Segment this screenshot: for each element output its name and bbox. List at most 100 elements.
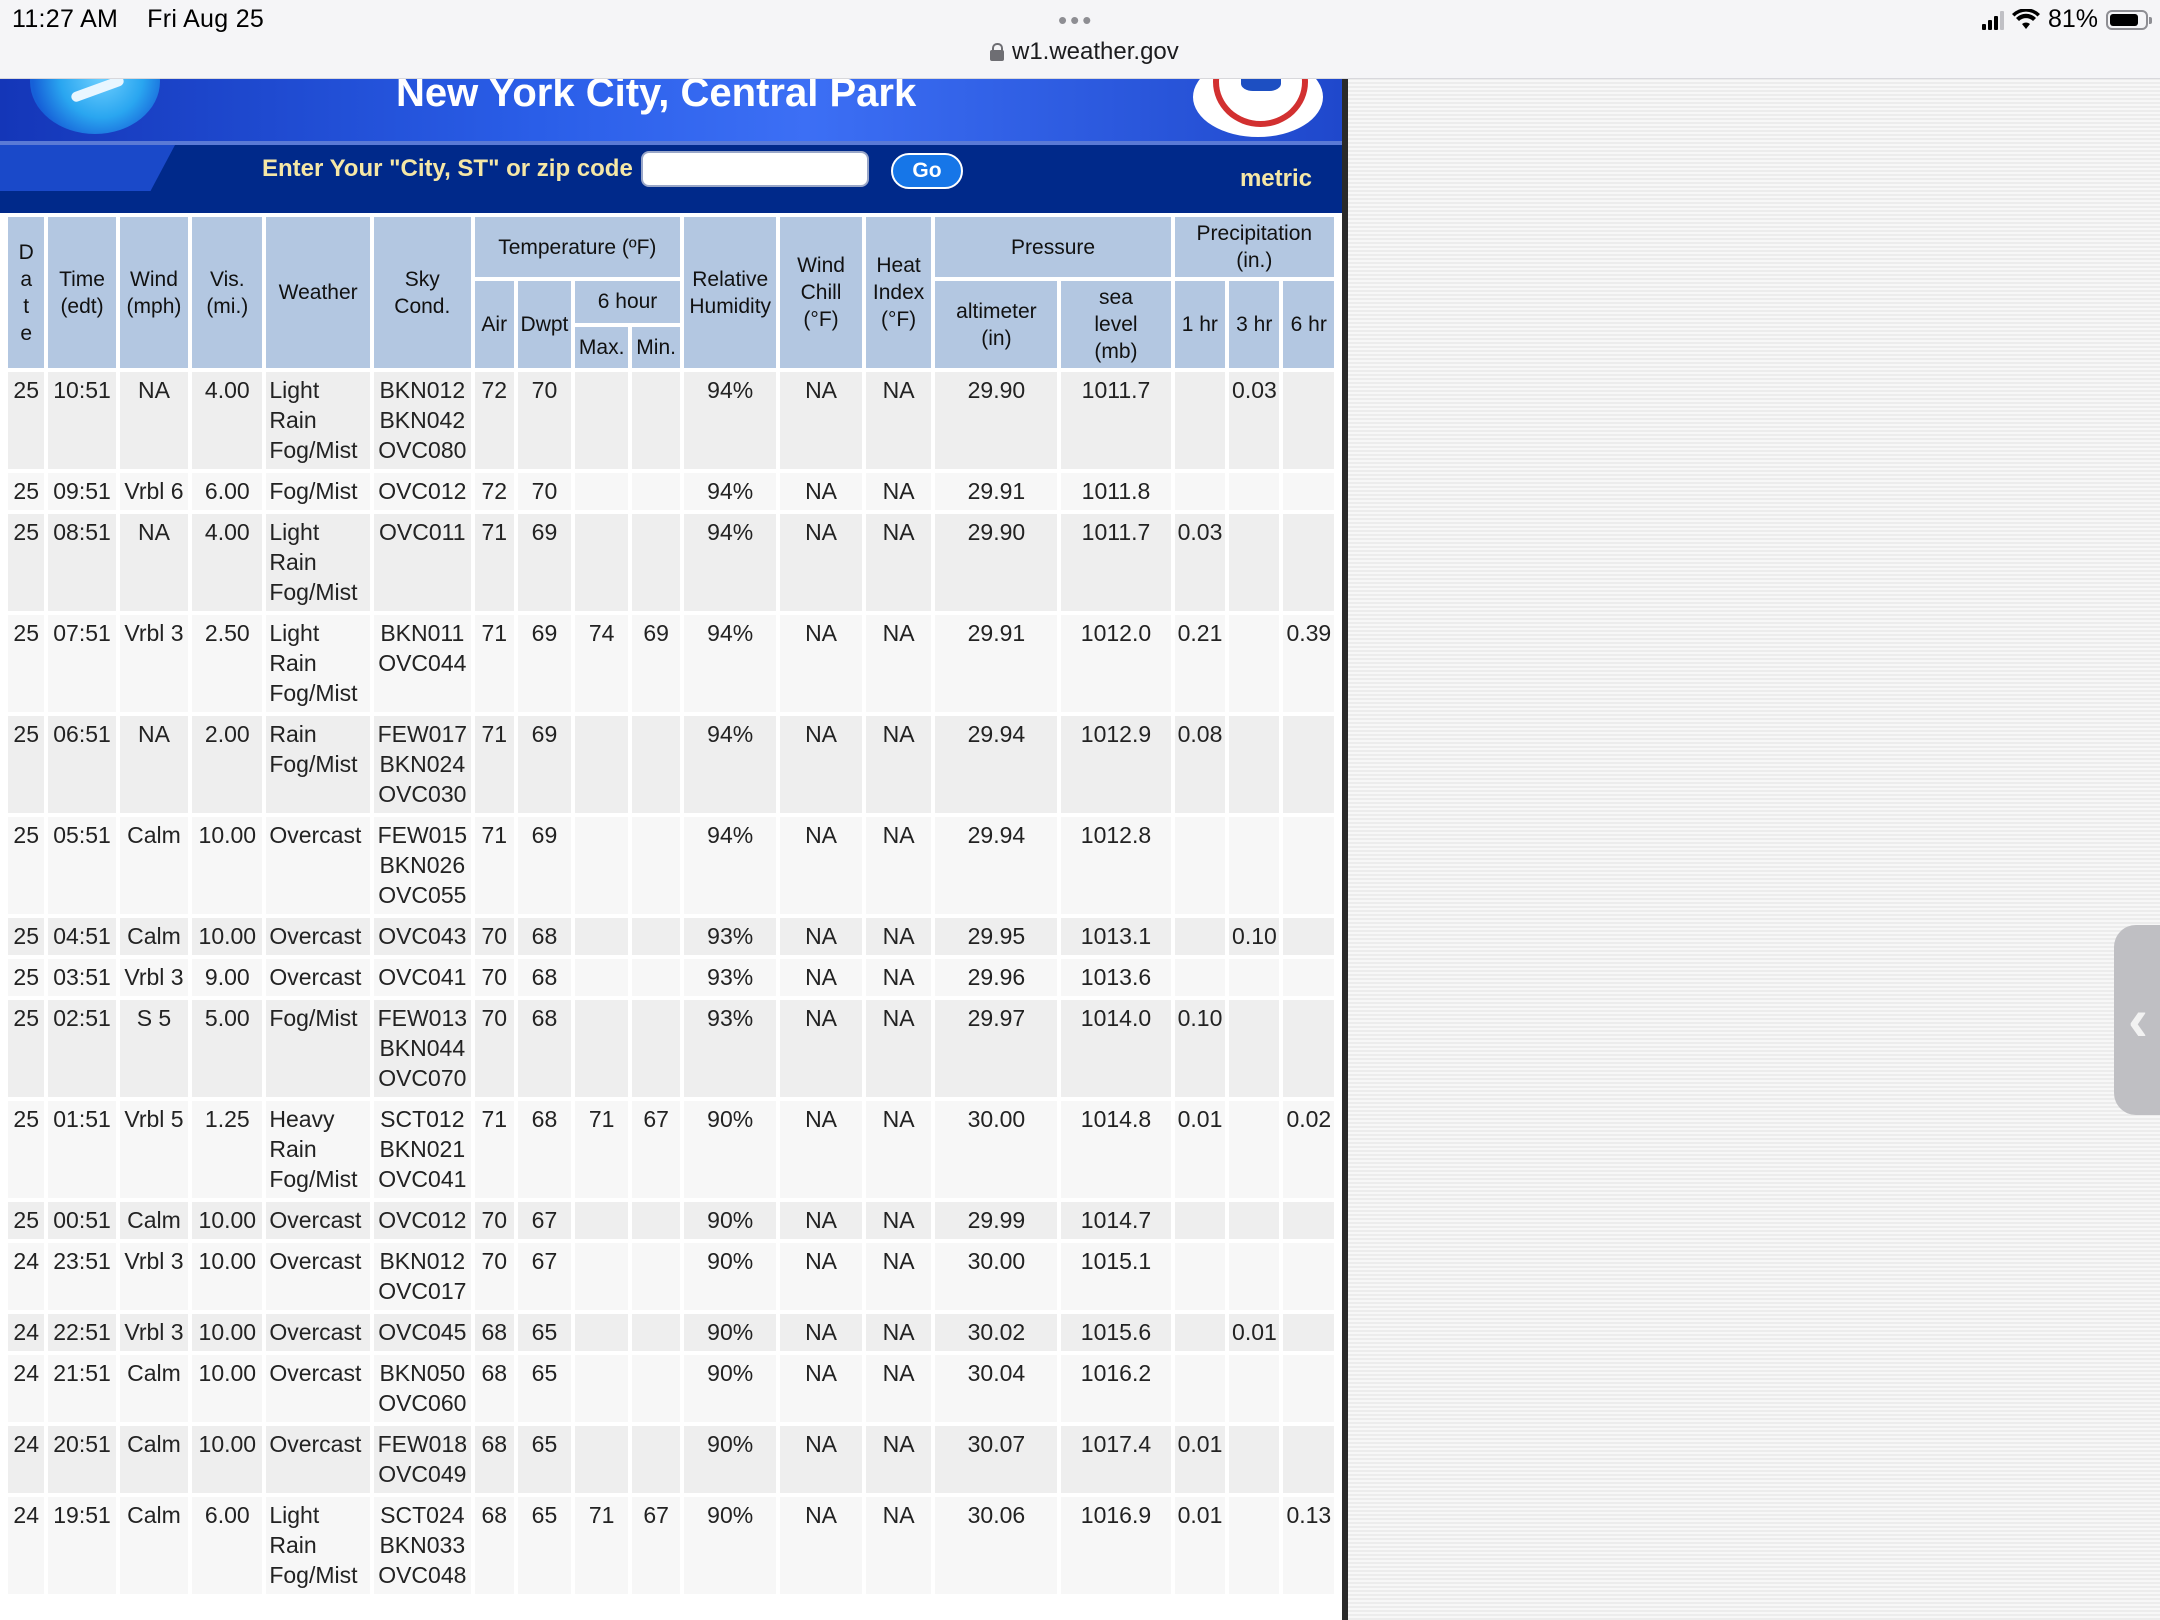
col-heat-index: Heat Index (°F) (865, 217, 932, 368)
cell-min (632, 372, 680, 469)
cell-min: 67 (632, 1497, 680, 1594)
noaa-logo-icon[interactable] (30, 79, 160, 134)
cell-air: 71 (474, 716, 514, 813)
cell-time: 04:51 (48, 918, 116, 955)
cell-sea: 1013.6 (1061, 959, 1171, 996)
cell-wind: Vrbl 3 (119, 1314, 189, 1351)
cell-sky: OVC043 (373, 918, 471, 955)
address-bar[interactable]: w1.weather.gov (990, 38, 1179, 66)
cell-line: Overcast (269, 964, 362, 990)
cell-line: Overcast (269, 1319, 362, 1345)
cell-p3 (1229, 1355, 1280, 1422)
cell-line: OVC041 (378, 964, 467, 990)
cell-dwpt: 65 (517, 1497, 572, 1594)
cell-line: BKN033 (379, 1532, 466, 1558)
cell-p6: 0.39 (1283, 615, 1334, 712)
nws-logo-icon[interactable] (1193, 79, 1323, 137)
cell-weather: Overcast (266, 817, 370, 914)
cell-line: OVC041 (378, 1166, 467, 1192)
cell-line: FEW015 (377, 822, 468, 848)
cell-time: 05:51 (48, 817, 116, 914)
cell-line: BKN011 (380, 620, 465, 646)
cell-time: 08:51 (48, 514, 116, 611)
cell-line: Heavy (269, 1106, 335, 1132)
cell-p6 (1283, 372, 1334, 469)
cell-p6: 0.13 (1283, 1497, 1334, 1594)
cell-wind: Calm (119, 918, 189, 955)
table-row: 25 10:51 NA 4.00 Light Rain Fog/Mist BKN012 BKN0… (8, 372, 1334, 469)
cell-p3 (1229, 959, 1280, 996)
chevron-left-icon: ‹ (2128, 986, 2148, 1053)
cell-wind: Vrbl 3 (119, 615, 189, 712)
cell-min (632, 716, 680, 813)
cell-line: Fog/Mist (269, 579, 358, 605)
cell-time: 19:51 (48, 1497, 116, 1594)
cell-vis: 1.25 (192, 1101, 263, 1198)
cell-air: 68 (474, 1355, 514, 1422)
cell-heat: NA (865, 817, 932, 914)
cell-line: BKN042 (379, 407, 466, 433)
sidebar-pull-handle[interactable]: ‹ (2114, 925, 2160, 1115)
cell-p1: 0.10 (1174, 1000, 1226, 1097)
cell-dwpt: 68 (517, 1000, 572, 1097)
cell-dwpt: 65 (517, 1314, 572, 1351)
location-search-input[interactable] (641, 151, 869, 187)
metric-link[interactable]: metric (1240, 165, 1312, 193)
cell-line: Fog/Mist (269, 1005, 358, 1031)
cell-line: OVC011 (379, 519, 466, 545)
cell-heat: NA (865, 514, 932, 611)
cell-rh: 93% (683, 1000, 777, 1097)
cell-p1 (1174, 1355, 1226, 1422)
cell-p1 (1174, 918, 1226, 955)
cell-chill: NA (780, 817, 862, 914)
cell-sea: 1011.8 (1061, 473, 1171, 510)
cell-line: BKN021 (379, 1136, 466, 1162)
cell-p1 (1174, 1202, 1226, 1239)
cell-sky: OVC012 (373, 1202, 471, 1239)
cell-vis: 2.50 (192, 615, 263, 712)
cell-dwpt: 69 (517, 615, 572, 712)
cell-rh: 90% (683, 1497, 777, 1594)
multitasking-dots-icon[interactable]: ••• (1058, 5, 1094, 36)
cell-date: 25 (8, 817, 45, 914)
cell-rh: 94% (683, 372, 777, 469)
cell-weather: Light Rain Fog/Mist (266, 615, 370, 712)
cell-line: OVC060 (378, 1390, 467, 1416)
cell-p1 (1174, 372, 1226, 469)
cell-p6 (1283, 918, 1334, 955)
cell-time: 10:51 (48, 372, 116, 469)
cell-weather: Heavy Rain Fog/Mist (266, 1101, 370, 1198)
cell-alt: 29.99 (935, 1202, 1058, 1239)
cell-wind: Vrbl 5 (119, 1101, 189, 1198)
cell-line: Overcast (269, 1207, 362, 1233)
cell-wind: NA (119, 716, 189, 813)
col-humidity: Relative Humidity (683, 217, 777, 368)
cell-time: 00:51 (48, 1202, 116, 1239)
cell-alt: 30.02 (935, 1314, 1058, 1351)
cell-line: OVC049 (378, 1461, 467, 1487)
cell-p6 (1283, 1355, 1334, 1422)
cell-date: 25 (8, 716, 45, 813)
cell-p6 (1283, 473, 1334, 510)
cell-sea: 1014.0 (1061, 1000, 1171, 1097)
cell-p1 (1174, 1314, 1226, 1351)
cell-p3 (1229, 473, 1280, 510)
cell-line: OVC012 (378, 1207, 467, 1233)
cell-line: OVC012 (378, 478, 467, 504)
cell-alt: 29.94 (935, 817, 1058, 914)
cell-vis: 2.00 (192, 716, 263, 813)
cell-chill: NA (780, 1101, 862, 1198)
cell-p1: 0.21 (1174, 615, 1226, 712)
cell-min: 67 (632, 1101, 680, 1198)
cell-date: 25 (8, 1101, 45, 1198)
cell-alt: 29.96 (935, 959, 1058, 996)
cell-min (632, 1000, 680, 1097)
cell-sea: 1012.9 (1061, 716, 1171, 813)
cell-air: 68 (474, 1314, 514, 1351)
cell-wind: Vrbl 6 (119, 473, 189, 510)
cell-date: 24 (8, 1497, 45, 1594)
cell-max (575, 959, 629, 996)
go-button[interactable]: Go (891, 153, 963, 189)
cell-p6 (1283, 1000, 1334, 1097)
cell-weather: Light Rain Fog/Mist (266, 1497, 370, 1594)
